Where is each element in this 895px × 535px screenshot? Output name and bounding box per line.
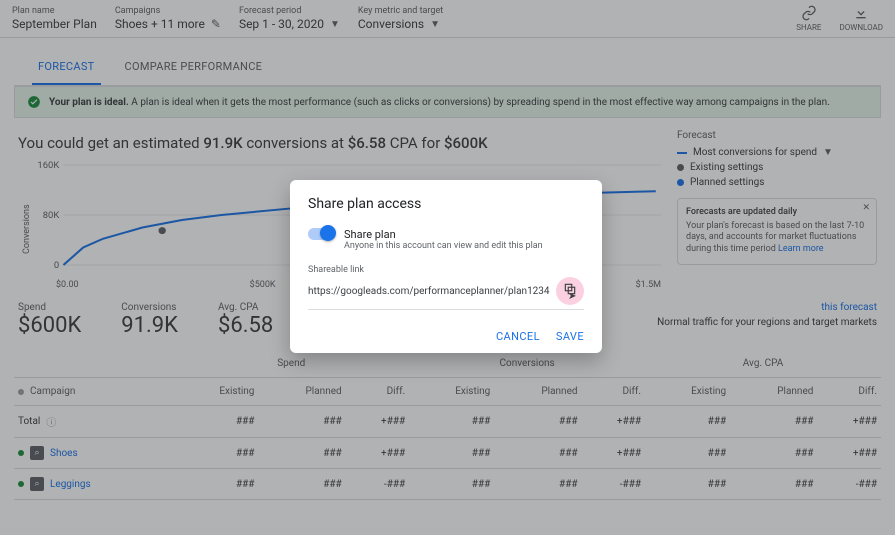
toggle-title: Share plan (344, 228, 543, 241)
toggle-subtitle: Anyone in this account can view and edit… (344, 241, 543, 251)
share-toggle[interactable] (308, 228, 334, 240)
link-field-label: Shareable link (308, 265, 584, 275)
copy-link-button[interactable]: ➤ (556, 277, 584, 305)
share-link-input[interactable] (308, 286, 550, 297)
save-button[interactable]: SAVE (556, 330, 584, 343)
share-modal: Share plan access Share plan Anyone in t… (290, 180, 602, 353)
modal-title: Share plan access (308, 196, 584, 212)
cursor-icon: ➤ (568, 291, 576, 302)
cancel-button[interactable]: CANCEL (496, 330, 540, 343)
